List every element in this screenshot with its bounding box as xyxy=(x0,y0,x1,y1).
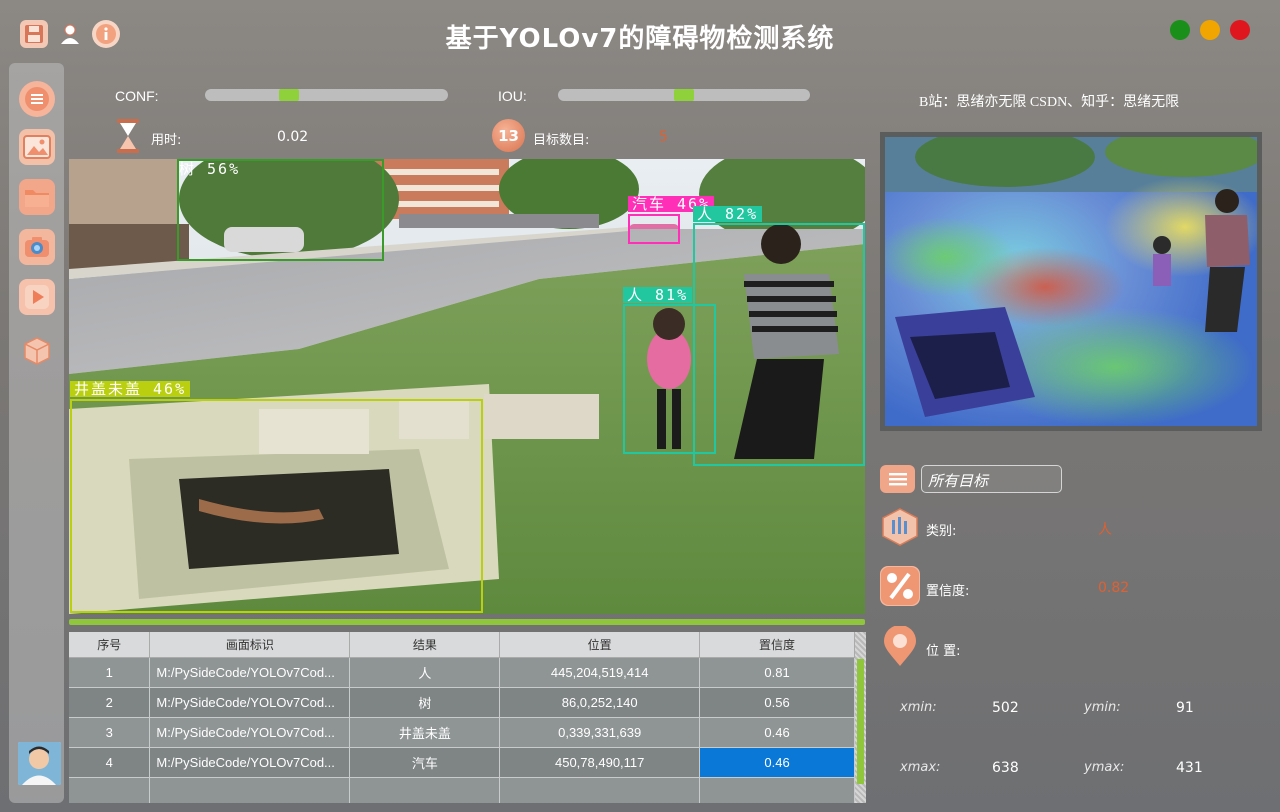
hourglass-icon xyxy=(115,118,141,154)
percent-icon xyxy=(880,566,920,606)
header-result[interactable]: 结果 xyxy=(349,632,501,658)
count-badge-icon: 13 xyxy=(492,119,525,152)
camera-icon[interactable] xyxy=(19,229,55,265)
list-icon[interactable] xyxy=(880,465,915,493)
cell-position[interactable]: 86,0,252,140 xyxy=(499,687,701,718)
cell-index[interactable]: 1 xyxy=(69,657,151,688)
time-label: 用时: xyxy=(151,133,182,148)
header-index[interactable]: 序号 xyxy=(69,632,151,658)
cell-empty xyxy=(699,777,855,803)
bbox-car xyxy=(628,214,680,244)
conf-label: CONF: xyxy=(115,88,159,104)
table-row[interactable]: 4 M:/PySideCode/YOLOv7Cod... 汽车 450,78,4… xyxy=(69,747,855,778)
iou-label: IOU: xyxy=(498,88,527,104)
progress-bar xyxy=(69,619,865,625)
detection-image: 树 56% 汽车 46% 人 82% 人 81% 井盖未盖 46% xyxy=(69,159,865,614)
table-row[interactable]: 3 M:/PySideCode/YOLOv7Cod... 井盖未盖 0,339,… xyxy=(69,717,855,748)
cell-empty xyxy=(349,777,501,803)
header-confidence[interactable]: 置信度 xyxy=(699,632,855,658)
confidence-label: 置信度: xyxy=(926,584,970,599)
confidence-value: 0.82 xyxy=(1098,580,1130,596)
time-value: 0.02 xyxy=(277,129,309,145)
cell-position[interactable]: 445,204,519,414 xyxy=(499,657,701,688)
cell-source[interactable]: M:/PySideCode/YOLOv7Cod... xyxy=(149,717,351,748)
bbox-tree-label: 树 56% xyxy=(179,160,241,178)
maximize-button[interactable] xyxy=(1170,20,1190,40)
class-icon xyxy=(880,507,920,547)
cell-position[interactable]: 0,339,331,639 xyxy=(499,717,701,748)
conf-slider-handle[interactable] xyxy=(279,89,299,101)
xmax-value: 638 xyxy=(992,760,1019,776)
class-label: 类别: xyxy=(926,524,957,539)
results-table: 序号 画面标识 结果 位置 置信度 1 M:/PySideCode/YOLOv7… xyxy=(69,632,866,803)
cube-icon[interactable] xyxy=(19,333,55,369)
cell-empty xyxy=(499,777,701,803)
cell-result[interactable]: 树 xyxy=(349,687,501,718)
ymin-value: 91 xyxy=(1176,700,1194,716)
bbox-person-adult-label: 人 82% xyxy=(693,206,763,222)
ymin-label: ymin: xyxy=(1084,700,1121,715)
cell-index[interactable]: 2 xyxy=(69,687,151,718)
image-icon[interactable] xyxy=(19,129,55,165)
bbox-manhole xyxy=(70,399,483,613)
cell-confidence[interactable]: 0.81 xyxy=(699,657,855,688)
ymax-label: ymax: xyxy=(1084,760,1125,775)
table-row-empty xyxy=(69,777,855,803)
bbox-manhole-label: 井盖未盖 46% xyxy=(70,381,191,397)
count-value: 5 xyxy=(659,129,668,145)
table-scrollbar-thumb[interactable] xyxy=(857,659,864,784)
count-badge-text: 13 xyxy=(498,126,519,145)
table-row[interactable]: 1 M:/PySideCode/YOLOv7Cod... 人 445,204,5… xyxy=(69,657,855,688)
cell-position[interactable]: 450,78,490,117 xyxy=(499,747,701,778)
sidebar xyxy=(9,63,64,803)
cell-source[interactable]: M:/PySideCode/YOLOv7Cod... xyxy=(149,687,351,718)
cell-confidence[interactable]: 0.46 xyxy=(699,717,855,748)
cell-confidence-selected[interactable]: 0.46 xyxy=(699,747,855,778)
cell-result[interactable]: 汽车 xyxy=(349,747,501,778)
cell-result[interactable]: 人 xyxy=(349,657,501,688)
cell-source[interactable]: M:/PySideCode/YOLOv7Cod... xyxy=(149,657,351,688)
header-source[interactable]: 画面标识 xyxy=(149,632,351,658)
bbox-person-adult xyxy=(693,223,865,466)
heatmap-image xyxy=(880,132,1262,431)
class-value: 人 xyxy=(1098,522,1112,538)
cell-empty xyxy=(149,777,351,803)
ymax-value: 431 xyxy=(1176,760,1203,776)
close-button[interactable] xyxy=(1230,20,1250,40)
folder-icon[interactable] xyxy=(19,179,55,215)
cell-index[interactable]: 3 xyxy=(69,717,151,748)
xmax-label: xmax: xyxy=(900,760,941,775)
iou-slider[interactable] xyxy=(558,89,810,101)
bbox-person-child xyxy=(623,304,716,454)
menu-icon[interactable] xyxy=(19,81,55,117)
xmin-label: xmin: xyxy=(900,700,937,715)
table-scrollbar[interactable] xyxy=(855,632,866,803)
credits-text: B站：思绪亦无限 CSDN、知乎：思绪无限 xyxy=(919,95,1180,110)
avatar[interactable] xyxy=(18,742,61,785)
xmin-value: 502 xyxy=(992,700,1019,716)
target-filter-select[interactable]: 所有目标 xyxy=(921,465,1062,493)
table-row[interactable]: 2 M:/PySideCode/YOLOv7Cod... 树 86,0,252,… xyxy=(69,687,855,718)
cell-empty xyxy=(69,777,151,803)
position-label: 位 置: xyxy=(926,644,961,659)
cell-index[interactable]: 4 xyxy=(69,747,151,778)
heatmap-scene xyxy=(885,137,1257,426)
header-position[interactable]: 位置 xyxy=(499,632,701,658)
app-title: 基于YOLOv7的障碍物检测系统 xyxy=(445,24,835,54)
count-label: 目标数目: xyxy=(533,133,590,148)
minimize-button[interactable] xyxy=(1200,20,1220,40)
cell-source[interactable]: M:/PySideCode/YOLOv7Cod... xyxy=(149,747,351,778)
iou-slider-handle[interactable] xyxy=(674,89,694,101)
conf-slider[interactable] xyxy=(205,89,448,101)
bbox-person-child-label: 人 81% xyxy=(623,287,693,303)
location-pin-icon xyxy=(880,626,920,667)
cell-result[interactable]: 井盖未盖 xyxy=(349,717,501,748)
play-icon[interactable] xyxy=(19,279,55,315)
cell-confidence[interactable]: 0.56 xyxy=(699,687,855,718)
table-header-row: 序号 画面标识 结果 位置 置信度 xyxy=(69,632,855,658)
